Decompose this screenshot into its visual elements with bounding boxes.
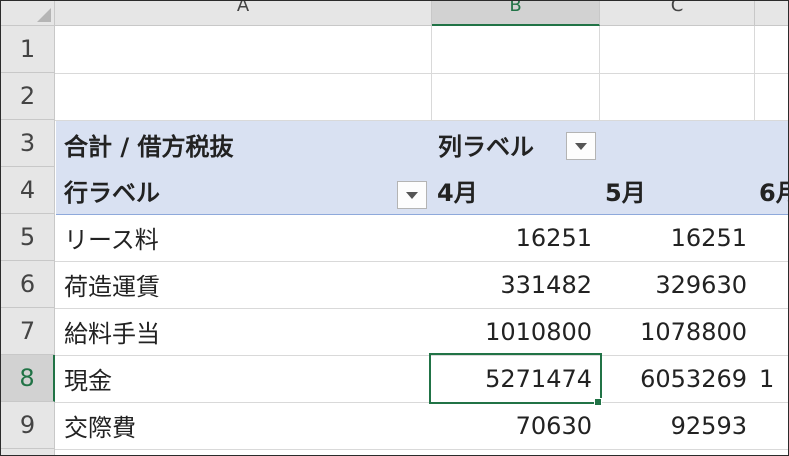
gridline xyxy=(754,26,755,121)
column-header-b[interactable]: B xyxy=(432,1,600,26)
month-header-may[interactable]: 5月 xyxy=(605,167,753,214)
value-cell[interactable] xyxy=(755,308,788,355)
row-header-1[interactable]: 1 xyxy=(1,26,55,73)
row-label-cell[interactable]: リース料 xyxy=(56,214,431,261)
gridline xyxy=(599,26,600,121)
row-header-9[interactable]: 9 xyxy=(1,402,55,449)
value-cell[interactable] xyxy=(755,261,788,308)
row-header-7[interactable]: 7 xyxy=(1,308,55,355)
row-header-10[interactable] xyxy=(1,449,55,455)
column-label-filter-button[interactable] xyxy=(566,132,596,160)
value-cell[interactable]: 16251 xyxy=(432,214,600,261)
month-header-april[interactable]: 4月 xyxy=(437,167,597,214)
chevron-down-icon xyxy=(406,191,418,199)
value-cell[interactable]: 331482 xyxy=(432,261,600,308)
select-all-corner[interactable] xyxy=(1,1,55,26)
spreadsheet-window: A B C 1 2 3 4 5 6 7 8 9 合計 / 借方税抜 列ラベル 行… xyxy=(0,0,789,456)
active-cell-border xyxy=(429,353,602,404)
value-cell[interactable]: 329630 xyxy=(600,261,755,308)
column-header-a[interactable]: A xyxy=(55,1,432,26)
pivot-value-header[interactable]: 合計 / 借方税抜 xyxy=(56,121,431,167)
value-cell[interactable]: 1010800 xyxy=(432,308,600,355)
row-header-5[interactable]: 5 xyxy=(1,214,55,261)
row-label-cell[interactable]: 交際費 xyxy=(56,402,431,449)
gridline xyxy=(55,73,788,74)
pivot-row-label-header[interactable]: 行ラベル xyxy=(56,167,431,214)
value-cell[interactable]: 16251 xyxy=(600,214,755,261)
gridline xyxy=(431,26,432,121)
row-header-4[interactable]: 4 xyxy=(1,167,55,214)
value-cell[interactable]: 1078800 xyxy=(600,308,755,355)
row-label-cell[interactable]: 給料手当 xyxy=(56,308,431,355)
value-cell[interactable]: 92593 xyxy=(600,402,755,449)
month-header-june[interactable]: 6月 xyxy=(759,167,788,214)
row-label-filter-button[interactable] xyxy=(397,181,427,209)
chevron-down-icon xyxy=(575,142,587,150)
value-cell[interactable]: 70630 xyxy=(432,402,600,449)
select-all-triangle-icon xyxy=(37,8,51,22)
row-label-cell[interactable]: 現金 xyxy=(56,355,431,402)
row-header-2[interactable]: 2 xyxy=(1,73,55,120)
column-header-c[interactable]: C xyxy=(600,1,755,26)
column-header-d[interactable] xyxy=(755,1,788,26)
fill-handle[interactable] xyxy=(594,398,602,406)
value-cell[interactable] xyxy=(755,214,788,261)
row-label-cell[interactable]: 荷造運賃 xyxy=(56,261,431,308)
row-header-8[interactable]: 8 xyxy=(1,355,55,402)
row-header-6[interactable]: 6 xyxy=(1,261,55,308)
value-cell[interactable]: 6053269 xyxy=(600,355,755,402)
value-cell[interactable] xyxy=(755,402,788,449)
value-cell[interactable]: 1 xyxy=(755,355,788,402)
row-header-3[interactable]: 3 xyxy=(1,120,55,167)
gridline xyxy=(55,449,788,450)
